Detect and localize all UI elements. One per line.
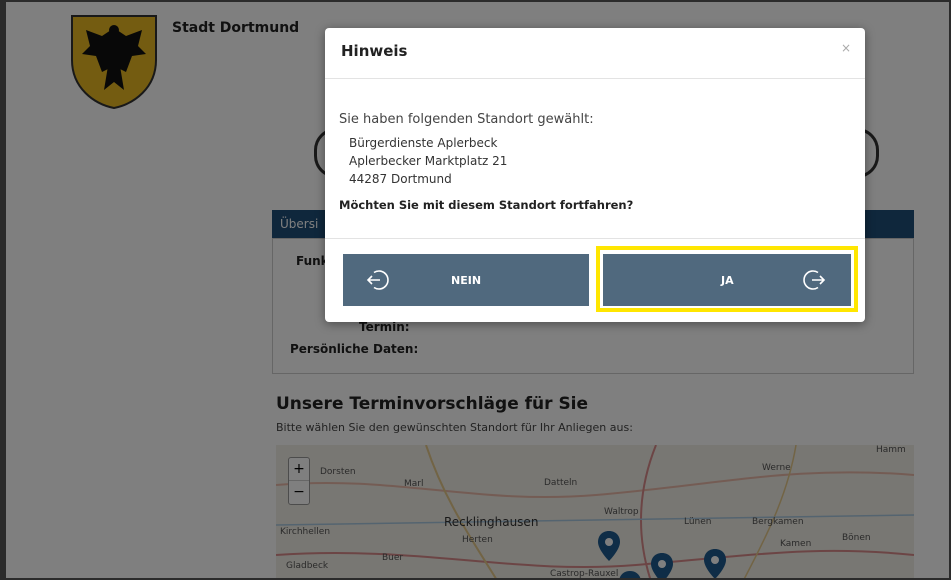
address-line-name: Bürgerdienste Aplerbeck <box>349 136 498 150</box>
location-confirm-dialog: Hinweis × Sie haben folgenden Standort g… <box>325 28 865 322</box>
yes-button[interactable]: JA <box>603 254 851 306</box>
no-button-label: NEIN <box>451 274 482 287</box>
yes-button-label: JA <box>721 274 734 287</box>
dialog-question: Möchten Sie mit diesem Standort fortfahr… <box>339 198 634 212</box>
address-line-city: 44287 Dortmund <box>349 172 452 186</box>
browser-frame: Stadt Dortmund Übersi Funk Termin: Persö… <box>0 0 951 580</box>
arrow-left-exit-icon <box>366 270 389 290</box>
arrow-right-exit-icon <box>803 270 826 290</box>
no-button[interactable]: NEIN <box>343 254 589 306</box>
address-line-street: Aplerbecker Marktplatz 21 <box>349 154 508 168</box>
dialog-title: Hinweis <box>341 42 408 60</box>
dialog-message: Sie haben folgenden Standort gewählt: <box>339 112 594 127</box>
divider <box>325 78 865 79</box>
divider <box>325 238 865 239</box>
close-icon[interactable]: × <box>841 41 851 55</box>
